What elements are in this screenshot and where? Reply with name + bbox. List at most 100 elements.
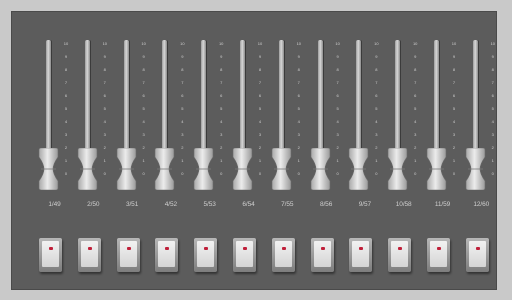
scale-tick: 1 <box>258 158 262 163</box>
flash-button[interactable] <box>427 238 450 272</box>
scale-tick: 10 <box>374 41 379 46</box>
scale-tick: 0 <box>336 171 339 176</box>
fader-scale: 10 9 8 7 6 5 4 3 2 1 0 <box>409 42 421 176</box>
flash-button-face <box>352 241 370 267</box>
flash-button[interactable] <box>465 238 489 272</box>
scale-tick: 5 <box>452 106 456 111</box>
scale-tick: 4 <box>103 119 106 124</box>
channel-label: 10/58 <box>395 201 412 208</box>
flash-button[interactable] <box>271 238 295 272</box>
flash-button[interactable] <box>77 238 101 272</box>
channel-label: 3/51 <box>125 201 139 208</box>
scale-tick: 8 <box>452 67 456 72</box>
channel-label: 2/50 <box>87 201 100 208</box>
scale-tick: 10 <box>63 41 69 46</box>
fader-channel: 10 9 8 7 6 5 4 3 2 1 0 10/58 <box>387 12 426 291</box>
scale-tick: 6 <box>452 93 456 98</box>
scale-tick: 7 <box>375 80 378 85</box>
scale-tick: 7 <box>491 80 494 85</box>
channel-label: 6/54 <box>242 201 255 208</box>
fader-knob[interactable] <box>271 148 292 190</box>
scale-tick: 9 <box>103 54 106 59</box>
led-indicator-icon <box>126 247 131 250</box>
flash-button[interactable] <box>116 238 140 272</box>
scale-tick: 8 <box>181 67 184 72</box>
led-indicator-icon <box>281 247 286 250</box>
fader-channel: 10 9 8 7 6 5 4 3 2 1 0 8/56 <box>310 12 349 291</box>
scale-tick: 9 <box>64 54 68 59</box>
scale-tick: 2 <box>142 145 145 150</box>
scale-tick: 4 <box>220 119 223 124</box>
channel-label: 4/52 <box>164 201 178 208</box>
fader-knob[interactable] <box>465 148 486 190</box>
scale-tick: 7 <box>414 80 417 85</box>
fader-scale: 10 9 8 7 6 5 4 3 2 1 0 <box>370 41 382 176</box>
scale-tick: 6 <box>491 93 494 98</box>
flash-button-face <box>158 241 176 267</box>
scale-tick: 0 <box>142 171 145 176</box>
scale-tick: 0 <box>375 171 378 176</box>
scale-tick: 3 <box>297 132 300 137</box>
scale-tick: 5 <box>297 106 300 111</box>
channel-label: 9/57 <box>358 201 372 208</box>
flash-button[interactable] <box>233 238 256 272</box>
flash-button[interactable] <box>194 238 218 272</box>
fader-knob[interactable] <box>193 148 214 190</box>
scale-tick: 7 <box>258 80 262 85</box>
scale-tick: 9 <box>297 54 300 59</box>
fader-knob[interactable] <box>38 148 59 190</box>
scale-tick: 3 <box>375 132 378 137</box>
scale-tick: 6 <box>336 93 339 98</box>
led-indicator-icon <box>243 247 247 250</box>
scale-tick: 10 <box>451 41 457 46</box>
scale-tick: 7 <box>336 80 339 85</box>
flash-button[interactable] <box>310 238 334 272</box>
scale-tick: 1 <box>181 158 184 163</box>
scale-tick: 4 <box>336 119 339 124</box>
flash-button[interactable] <box>388 238 412 272</box>
scale-tick: 0 <box>452 171 456 176</box>
fader-knob[interactable] <box>310 148 331 190</box>
fader-knob[interactable] <box>426 148 447 190</box>
scale-tick: 1 <box>414 158 417 163</box>
scale-tick: 7 <box>220 80 223 85</box>
fader-scale: 10 9 8 7 6 5 4 3 2 1 0 <box>293 42 305 176</box>
scale-tick: 2 <box>414 145 417 150</box>
scale-tick: 0 <box>258 171 262 176</box>
flash-button-face <box>313 241 331 267</box>
fader-knob[interactable] <box>232 148 253 190</box>
flash-button[interactable] <box>39 238 62 272</box>
fader-panel: 10 9 8 7 6 5 4 3 2 1 0 1/49 10 9 8 7 6 5 4 3 2 1 0 2/50 10 9 8 7 6 5 4… <box>11 11 497 290</box>
scale-tick: 2 <box>297 145 300 150</box>
channel-label: 12/60 <box>473 201 490 208</box>
led-indicator-icon <box>359 247 364 250</box>
scale-tick: 1 <box>220 158 223 163</box>
scale-tick: 6 <box>142 93 145 98</box>
scale-tick: 0 <box>64 171 68 176</box>
fader-channel: 10 9 8 7 6 5 4 3 2 1 0 5/53 <box>193 12 232 291</box>
scale-tick: 10 <box>180 41 185 46</box>
scale-tick: 2 <box>64 145 68 150</box>
fader-knob[interactable] <box>77 148 98 190</box>
scale-tick: 3 <box>258 132 262 137</box>
flash-button[interactable] <box>155 238 179 272</box>
channel-label: 5/53 <box>203 201 216 208</box>
scale-tick: 9 <box>142 54 145 59</box>
fader-knob[interactable] <box>154 148 175 190</box>
scale-tick: 2 <box>336 145 339 150</box>
scale-tick: 5 <box>258 106 262 111</box>
scale-tick: 0 <box>220 171 223 176</box>
fader-knob[interactable] <box>116 148 137 190</box>
scale-tick: 6 <box>414 93 417 98</box>
scale-tick: 1 <box>64 158 68 163</box>
fader-scale: 10 9 8 7 6 5 4 3 2 1 0 <box>332 42 344 176</box>
flash-button[interactable] <box>349 238 373 272</box>
scale-tick: 10 <box>490 41 496 46</box>
fader-knob[interactable] <box>387 148 408 190</box>
channel-label: 7/55 <box>281 201 294 208</box>
scale-tick: 4 <box>181 119 184 124</box>
scale-tick: 0 <box>103 171 106 176</box>
fader-knob[interactable] <box>348 148 369 190</box>
channel-label: 1/49 <box>48 201 61 208</box>
flash-button-face <box>468 241 486 267</box>
